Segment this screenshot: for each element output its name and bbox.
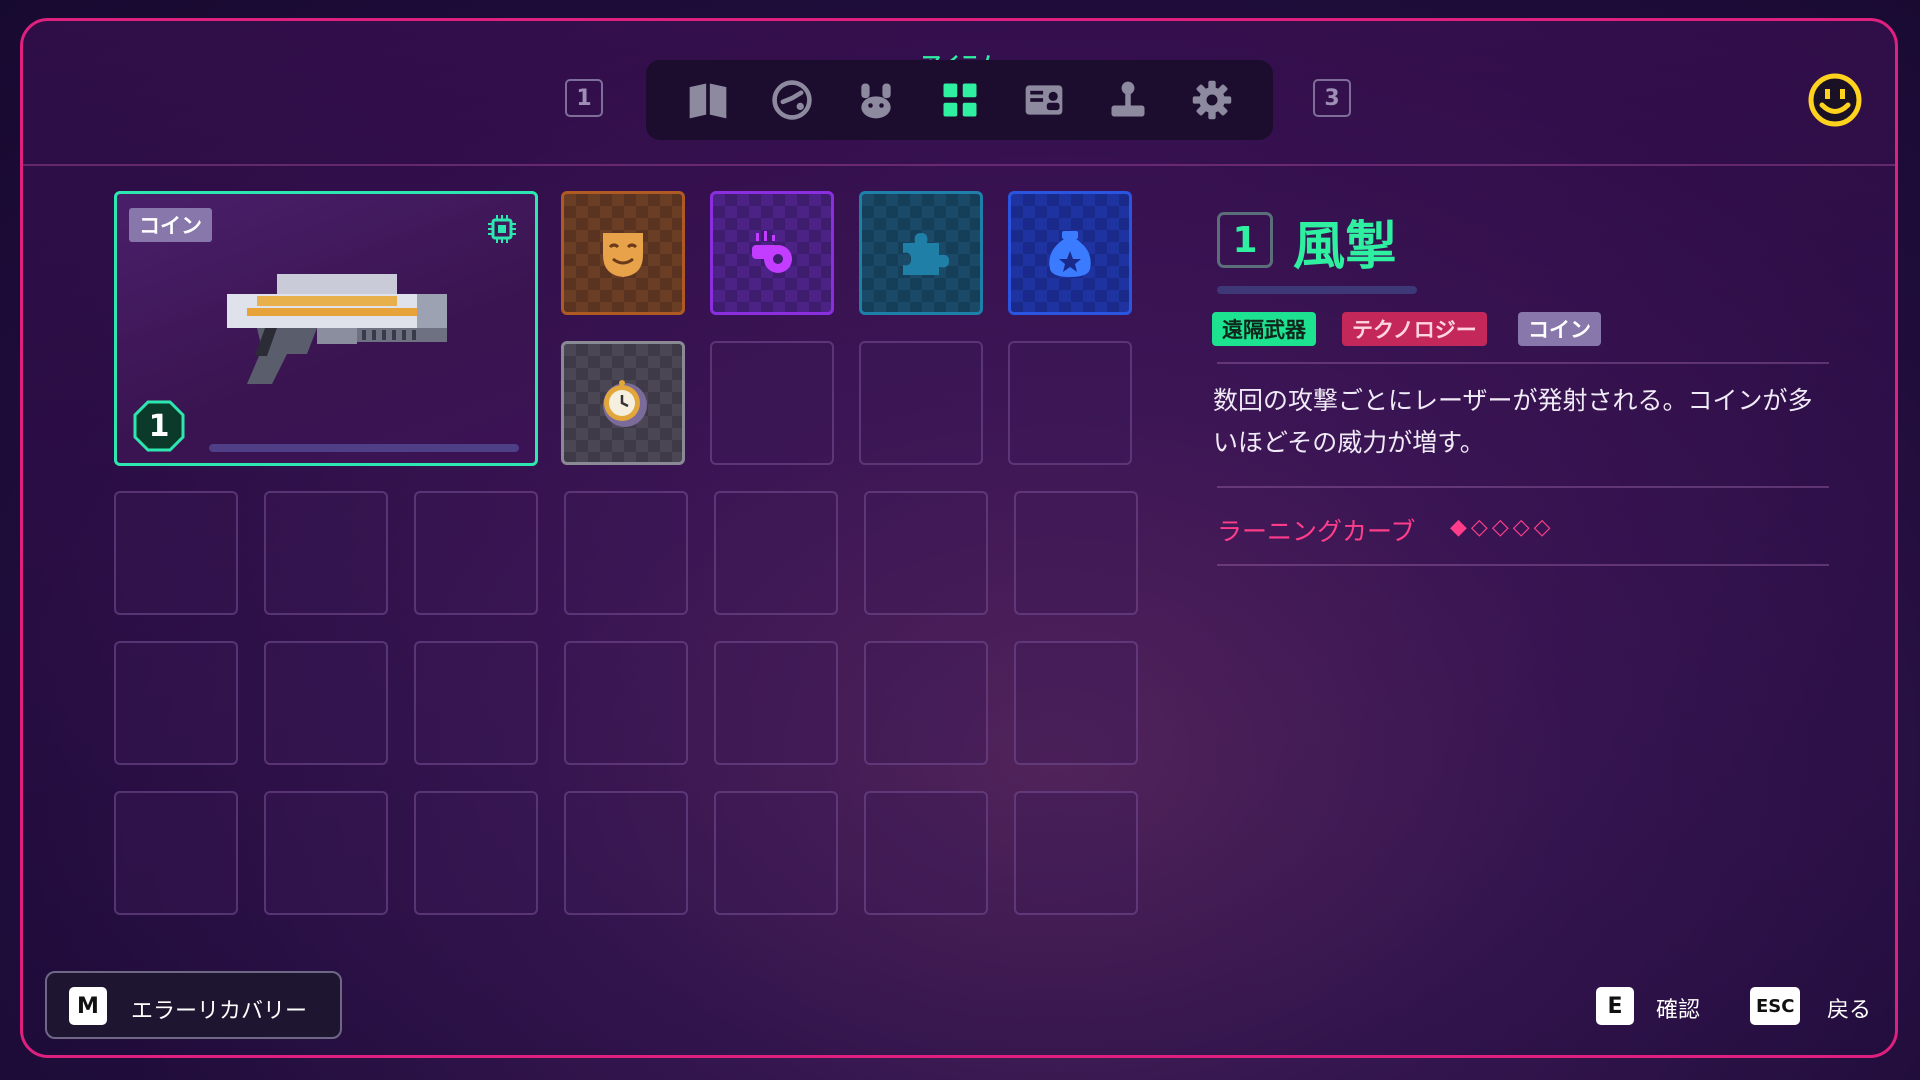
tab-joystick[interactable] [1104, 76, 1152, 124]
key-m: M [69, 987, 107, 1025]
next-page-key[interactable]: 3 [1313, 79, 1351, 117]
detail-level: 1 [1217, 212, 1273, 268]
empty-slot[interactable] [264, 491, 388, 615]
learning-curve-label: ラーニングカーブ [1217, 517, 1416, 546]
tab-bar [646, 60, 1273, 140]
tab-profile[interactable] [1020, 76, 1068, 124]
joystick-icon [1111, 81, 1145, 117]
header-divider [23, 164, 1895, 166]
empty-slot[interactable] [864, 791, 988, 915]
inventory-item-mask[interactable] [561, 191, 685, 315]
empty-slot[interactable] [264, 641, 388, 765]
tab-book[interactable] [684, 76, 732, 124]
item-tag-coin: コイン [129, 208, 212, 242]
laser-gun-icon [227, 274, 447, 384]
confirm-label[interactable]: 確認 [1656, 992, 1700, 1024]
empty-slot[interactable] [564, 791, 688, 915]
tab-paw[interactable] [852, 76, 900, 124]
inventory-item-puzzle[interactable] [859, 191, 983, 315]
title-underline [1217, 286, 1417, 294]
empty-slot[interactable] [564, 491, 688, 615]
empty-slot[interactable] [114, 641, 238, 765]
prev-page-key[interactable]: 1 [565, 79, 603, 117]
empty-slot[interactable] [714, 641, 838, 765]
inventory-item-whistle[interactable] [710, 191, 834, 315]
mask-icon [603, 233, 643, 277]
empty-slot[interactable] [1014, 791, 1138, 915]
empty-slot[interactable] [414, 491, 538, 615]
tag-coin: コイン [1518, 312, 1601, 346]
empty-slot[interactable] [1008, 341, 1132, 465]
empty-slot[interactable] [414, 791, 538, 915]
inventory-item-money-bag[interactable] [1008, 191, 1132, 315]
tag-ranged-weapon: 遠隔武器 [1212, 312, 1316, 346]
error-recovery-button[interactable]: M エラーリカバリー [45, 971, 342, 1039]
item-name: 風掣 [1293, 217, 1398, 277]
item-progress-bar [209, 444, 519, 452]
gear-icon [1192, 80, 1232, 120]
empty-slot[interactable] [114, 791, 238, 915]
divider [1217, 362, 1829, 364]
chip-icon [488, 215, 516, 243]
key-e[interactable]: E [1596, 987, 1634, 1025]
empty-slot[interactable] [864, 491, 988, 615]
tab-items[interactable] [936, 76, 984, 124]
empty-slot[interactable] [414, 641, 538, 765]
empty-slot[interactable] [714, 491, 838, 615]
empty-slot[interactable] [1014, 641, 1138, 765]
tag-technology: テクノロジー [1342, 312, 1487, 346]
inventory-item-pocket-watch[interactable] [561, 341, 685, 465]
key-esc[interactable]: ESC [1750, 987, 1801, 1025]
puzzle-icon [903, 233, 949, 275]
empty-slot[interactable] [714, 791, 838, 915]
divider [1217, 486, 1829, 488]
learning-curve-rating: ◆◇◇◇◇ [1450, 515, 1555, 540]
gauge-icon [772, 80, 812, 120]
smiley-icon[interactable] [1807, 72, 1863, 128]
tab-gauge[interactable] [768, 76, 816, 124]
paw-icon [861, 83, 891, 119]
divider [1217, 564, 1829, 566]
profile-card-icon [1025, 85, 1063, 115]
empty-slot[interactable] [864, 641, 988, 765]
book-icon [689, 83, 727, 119]
whistle-icon [752, 231, 792, 273]
empty-slot[interactable] [1014, 491, 1138, 615]
empty-slot[interactable] [564, 641, 688, 765]
error-recovery-label: エラーリカバリー [131, 999, 308, 1024]
empty-slot[interactable] [710, 341, 834, 465]
empty-slot[interactable] [114, 491, 238, 615]
empty-slot[interactable] [859, 341, 983, 465]
selected-item-card[interactable]: コイン 1 [114, 191, 538, 466]
money-bag-icon [1049, 231, 1091, 277]
selected-item-level: 1 [148, 408, 170, 444]
back-label[interactable]: 戻る [1827, 992, 1871, 1024]
empty-slot[interactable] [264, 791, 388, 915]
pocket-watch-icon [603, 380, 647, 427]
tab-settings[interactable] [1188, 76, 1236, 124]
grid-icon [943, 83, 977, 117]
item-description: 数回の攻撃ごとにレーザーが発射される。コインが多いほどその威力が増す。 [1213, 386, 1813, 457]
